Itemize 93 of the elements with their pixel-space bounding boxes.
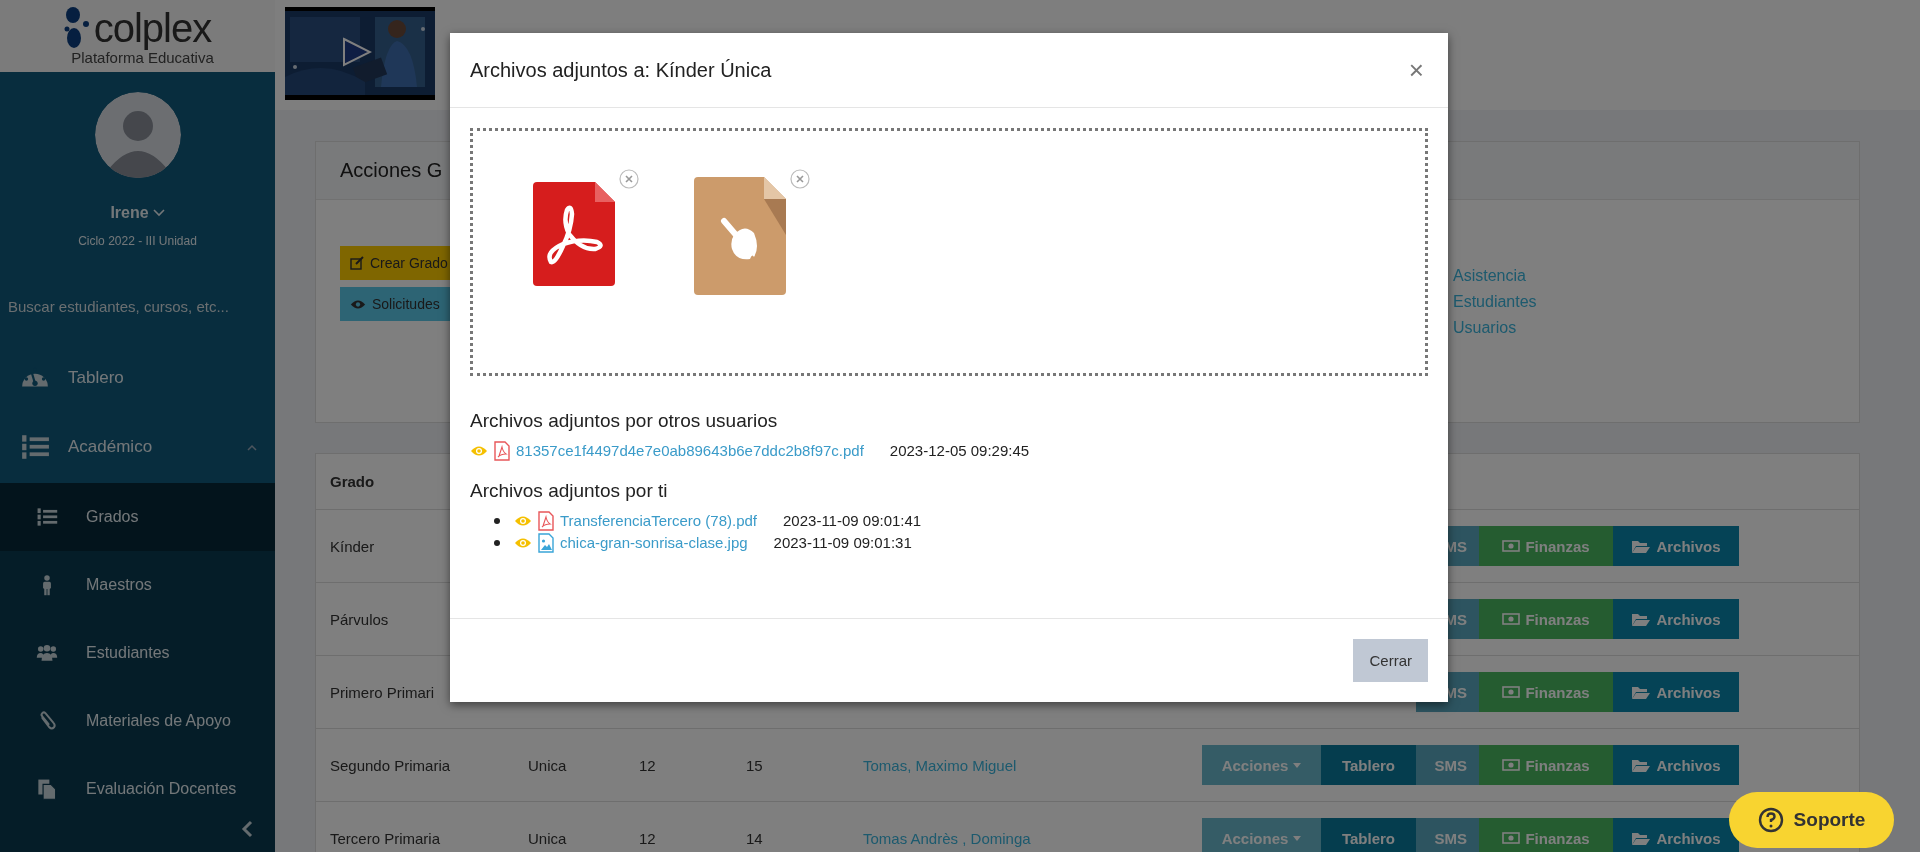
folder-icon bbox=[1631, 611, 1652, 627]
report-link[interactable]: Usuarios bbox=[1453, 318, 1859, 338]
upload-date: 2023-12-05 09:29:45 bbox=[889, 441, 1030, 461]
sms-button[interactable]: SMS bbox=[1416, 818, 1479, 852]
pdf-document-icon bbox=[533, 182, 615, 286]
file-link[interactable]: TransferenciaTercero (78).pdf bbox=[560, 510, 758, 532]
sidebar-item[interactable]: Materiales de Apoyo bbox=[0, 687, 275, 755]
play-icon[interactable] bbox=[342, 37, 372, 67]
requests-button[interactable]: Solicitudes bbox=[340, 287, 450, 321]
table-cell: 14 bbox=[746, 829, 763, 847]
dashboard-button[interactable]: Tablero bbox=[1321, 818, 1416, 852]
actions-dropdown-button[interactable]: Acciones bbox=[1202, 818, 1321, 852]
files-button[interactable]: Archivos bbox=[1613, 745, 1739, 785]
table-cell: 15 bbox=[746, 756, 763, 774]
files-button[interactable]: Archivos bbox=[1613, 672, 1739, 712]
chevron-left-icon[interactable] bbox=[241, 819, 253, 838]
eye-icon[interactable] bbox=[514, 537, 532, 549]
pdf-file-icon bbox=[538, 511, 554, 531]
table-cell: Párvulos bbox=[330, 610, 389, 628]
table-cell: Segundo Primaria bbox=[330, 756, 451, 774]
teacher-link[interactable]: Tomas, Maximo Miguel bbox=[863, 756, 1017, 774]
search-field[interactable]: Buscar estudiantes, cursos, etc... bbox=[8, 298, 267, 315]
folder-icon bbox=[1631, 538, 1652, 554]
money-icon bbox=[1502, 832, 1521, 844]
chevron-down-icon[interactable] bbox=[152, 209, 165, 217]
logo-text: colplex bbox=[93, 7, 212, 48]
folder-icon bbox=[1631, 830, 1652, 846]
files-button[interactable]: Archivos bbox=[1613, 599, 1739, 639]
user-name[interactable]: Irene bbox=[110, 201, 149, 225]
dropzone[interactable] bbox=[470, 128, 1428, 376]
folder-icon bbox=[1631, 684, 1652, 700]
money-icon bbox=[1502, 613, 1521, 625]
finance-button[interactable]: Finanzas bbox=[1479, 599, 1613, 639]
upload-date: 2023-11-09 09:01:31 bbox=[773, 533, 912, 553]
files-button[interactable]: Archivos bbox=[1613, 818, 1739, 852]
remove-icon[interactable] bbox=[790, 169, 810, 189]
logo-icon bbox=[63, 6, 90, 49]
documents-icon bbox=[36, 778, 58, 800]
close-dialog-button[interactable]: Cerrar bbox=[1353, 639, 1428, 682]
sidebar-item[interactable]: Grados bbox=[0, 483, 275, 551]
question-icon bbox=[1757, 807, 1784, 833]
sidebar-item[interactable]: Maestros bbox=[0, 551, 275, 619]
caret-icon bbox=[1293, 835, 1302, 841]
users-icon bbox=[36, 642, 58, 664]
numbered-list-icon bbox=[36, 506, 58, 528]
teacher-link[interactable]: Tomas Andrès , Dominga bbox=[863, 829, 1031, 847]
file-link[interactable]: chica-gran-sonrisa-clase.jpg bbox=[560, 532, 748, 554]
edit-icon bbox=[350, 256, 364, 270]
file-link[interactable]: 81357ce1f4497d4e7e0ab89643b6e7ddc2b8f97c.pdf bbox=[516, 440, 864, 462]
table-cell: Kínder bbox=[330, 537, 375, 555]
numbered-list-icon bbox=[20, 432, 50, 462]
school-cycle: Ciclo 2022 - III Unidad bbox=[78, 233, 197, 250]
image-document-icon bbox=[694, 177, 786, 295]
sidebar-item[interactable]: Evaluación Docentes bbox=[0, 755, 275, 805]
caret-icon bbox=[1293, 762, 1302, 768]
eye-icon[interactable] bbox=[514, 515, 532, 527]
table-cell: Unica bbox=[528, 829, 567, 847]
sidebar-item[interactable]: Tablero bbox=[0, 345, 275, 411]
support-button[interactable]: Soporte bbox=[1729, 792, 1894, 848]
sidebar-item[interactable]: Estudiantes bbox=[0, 619, 275, 687]
eye-icon[interactable] bbox=[470, 445, 488, 457]
sidebar-item[interactable]: Académico bbox=[0, 411, 275, 483]
folder-icon bbox=[1631, 757, 1652, 773]
dialog-title: Archivos adjuntos a: Kínder Única bbox=[470, 58, 772, 82]
sms-button[interactable]: SMS bbox=[1416, 745, 1479, 785]
money-icon bbox=[1502, 540, 1521, 552]
finance-button[interactable]: Finanzas bbox=[1479, 818, 1613, 852]
upload-date: 2023-11-09 09:01:41 bbox=[783, 511, 922, 531]
section-title: Archivos adjuntos por ti bbox=[470, 480, 669, 502]
finance-button[interactable]: Finanzas bbox=[1479, 526, 1613, 566]
column-header: Grado bbox=[330, 473, 375, 490]
image-file-icon bbox=[538, 533, 554, 553]
eye-icon bbox=[350, 298, 366, 310]
finance-button[interactable]: Finanzas bbox=[1479, 672, 1613, 712]
table-cell: 12 bbox=[639, 829, 656, 847]
report-link[interactable]: Asistencia bbox=[1453, 266, 1859, 286]
files-button[interactable]: Archivos bbox=[1613, 526, 1739, 566]
table-cell: Primero Primari bbox=[330, 683, 435, 701]
close-button[interactable]: × bbox=[1404, 54, 1428, 86]
card-title: Acciones G bbox=[340, 159, 443, 182]
actions-dropdown-button[interactable]: Acciones bbox=[1202, 745, 1321, 785]
pdf-file-icon bbox=[494, 441, 510, 461]
table-cell: 12 bbox=[639, 756, 656, 774]
finance-button[interactable]: Finanzas bbox=[1479, 745, 1613, 785]
chevron-up-icon[interactable] bbox=[247, 443, 257, 451]
dashboard-button[interactable]: Tablero bbox=[1321, 745, 1416, 785]
table-cell: Tercero Primaria bbox=[330, 829, 441, 847]
money-icon bbox=[1502, 686, 1521, 698]
report-link[interactable]: Estudiantes bbox=[1453, 292, 1859, 312]
money-icon bbox=[1502, 759, 1521, 771]
section-title: Archivos adjuntos por otros usuarios bbox=[470, 410, 779, 432]
remove-icon[interactable] bbox=[619, 169, 639, 189]
table-cell: Unica bbox=[528, 756, 567, 774]
